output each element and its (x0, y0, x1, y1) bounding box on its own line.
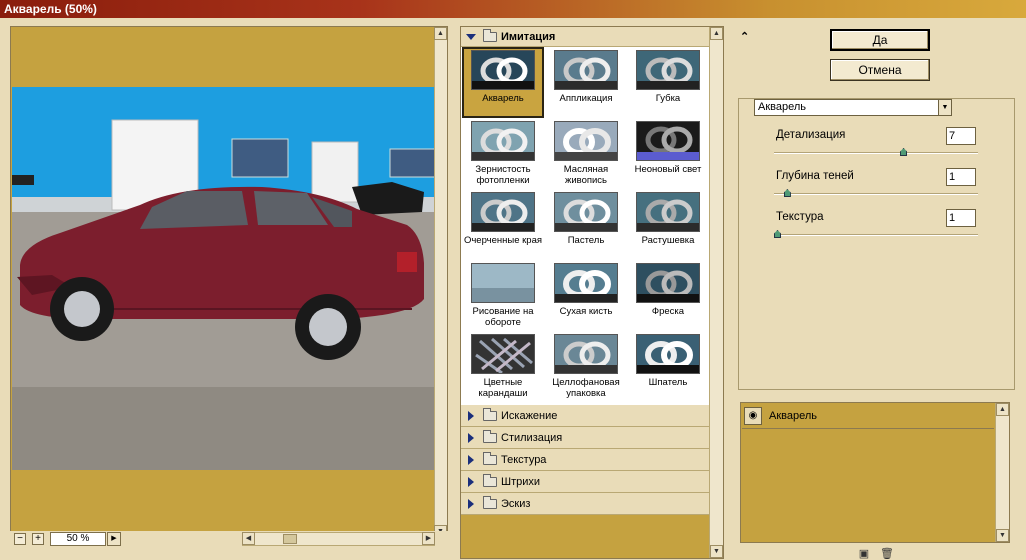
effect-layers-panel: ◉ Акварель ▲ ▼ (740, 402, 1010, 543)
filter-thumbnail-grid: Акварель Аппликация Губка Зернистость фо… (461, 47, 710, 405)
filter-plastic-wrap[interactable]: Целлофановая упаковка (545, 331, 627, 402)
filter-colored-pencil[interactable]: Цветные карандаши (462, 331, 544, 402)
filter-cutout[interactable]: Аппликация (545, 47, 627, 118)
ok-button[interactable]: Да (830, 29, 930, 51)
category-distort[interactable]: Искажение (461, 405, 710, 427)
filter-thumbnail (471, 263, 535, 303)
scroll-left-icon[interactable]: ◀ (242, 532, 255, 545)
filter-underpainting[interactable]: Рисование на обороте (462, 260, 544, 331)
trash-icon[interactable]: 🗑 (880, 548, 894, 560)
filter-thumbnail (636, 263, 700, 303)
slider-knob[interactable] (783, 189, 791, 197)
filter-thumbnail (471, 334, 535, 374)
filter-thumbnail (636, 334, 700, 374)
filter-thumbnail (554, 192, 618, 232)
filter-thumbnail (471, 121, 535, 161)
filter-thumbnail (471, 192, 535, 232)
cancel-button[interactable]: Отмена (830, 59, 930, 81)
scroll-up-icon[interactable]: ▲ (434, 27, 447, 40)
category-stylize[interactable]: Стилизация (461, 427, 710, 449)
scroll-thumb[interactable] (283, 534, 297, 544)
zoom-field[interactable]: 50 % (50, 532, 106, 546)
layers-scrollbar[interactable]: ▲ ▼ (995, 403, 1009, 542)
slider-knob[interactable] (900, 148, 908, 156)
gallery-scrollbar[interactable]: ▲ ▼ (709, 27, 723, 558)
zoom-menu-icon[interactable]: ▶ (107, 532, 121, 546)
collapsed-triangle-icon (468, 499, 474, 509)
filter-watercolor[interactable]: Акварель (462, 47, 544, 118)
preview-frame[interactable]: ▲ ▼ (10, 26, 448, 539)
preview-vertical-scrollbar[interactable]: ▲ ▼ (434, 27, 447, 538)
new-layer-icon[interactable]: ▣ (858, 548, 870, 560)
filter-thumbnail (636, 121, 700, 161)
filter-dry-brush[interactable]: Сухая кисть (545, 260, 627, 331)
texture-label: Текстура (776, 211, 824, 223)
detail-slider[interactable] (774, 148, 978, 156)
filter-neon-glow[interactable]: Неоновый свет (627, 118, 709, 189)
filter-gallery-window: ▲ ▼ − + 50 % ▶ ◀ ▶ Имитация Акварель (0, 18, 1026, 560)
filter-settings-panel: Акварель ▼ Детализация 7 Глубина теней 1… (738, 98, 1015, 390)
filter-thumbnail (636, 192, 700, 232)
preview-image (12, 87, 436, 470)
eye-icon[interactable]: ◉ (744, 407, 762, 425)
filter-fresco[interactable]: Фреска (627, 260, 709, 331)
scroll-up-icon[interactable]: ▲ (996, 403, 1009, 416)
filter-film-grain[interactable]: Зернистость фотопленки (462, 118, 544, 189)
collapsed-triangle-icon (468, 477, 474, 487)
category-texture[interactable]: Текстура (461, 449, 710, 471)
expanded-triangle-icon (466, 34, 476, 40)
filter-gallery: Имитация Акварель Аппликация Губка Зерни… (460, 26, 724, 559)
category-sketch[interactable]: Эскиз (461, 493, 710, 515)
zoom-bar: − + 50 % ▶ ◀ ▶ (10, 531, 448, 548)
filter-rough-pastels[interactable]: Пастель (545, 189, 627, 260)
filter-smudge-stick[interactable]: Растушевка (627, 189, 709, 260)
scroll-down-icon[interactable]: ▼ (996, 529, 1009, 542)
filter-select[interactable]: Акварель ▼ (754, 99, 952, 116)
scroll-right-icon[interactable]: ▶ (422, 532, 435, 545)
collapsed-triangle-icon (468, 433, 474, 443)
folder-icon (483, 408, 497, 421)
folder-icon (483, 496, 497, 509)
slider-knob[interactable] (774, 230, 781, 238)
folder-icon (483, 452, 497, 465)
filter-thumbnail (554, 121, 618, 161)
scroll-up-icon[interactable]: ▲ (710, 27, 723, 40)
car-photo (12, 87, 436, 470)
filter-thumbnail (554, 334, 618, 374)
detail-label: Детализация (776, 129, 846, 141)
collapse-gallery-icon[interactable]: ⌃ (740, 30, 749, 43)
window-title: Акварель (50%) (0, 0, 1026, 18)
collapsed-triangle-icon (468, 411, 474, 421)
shadow-depth-slider[interactable] (774, 189, 978, 197)
folder-icon (483, 474, 497, 487)
scroll-down-icon[interactable]: ▼ (710, 545, 723, 558)
zoom-out-button[interactable]: − (14, 533, 26, 545)
filter-thumbnail (554, 50, 618, 90)
shadow-depth-input[interactable]: 1 (946, 168, 976, 186)
filter-palette-knife[interactable]: Шпатель (627, 331, 709, 402)
folder-icon (483, 430, 497, 443)
preview-horizontal-scrollbar[interactable]: ◀ ▶ (242, 532, 435, 546)
detail-input[interactable]: 7 (946, 127, 976, 145)
filter-poster-edges[interactable]: Очерченные края (462, 189, 544, 260)
effect-layer[interactable]: ◉ Акварель (742, 404, 994, 429)
filter-paint-daubs[interactable]: Масляная живопись (545, 118, 627, 189)
texture-slider[interactable] (774, 230, 978, 238)
filter-sponge[interactable]: Губка (627, 47, 709, 118)
filter-thumbnail (636, 50, 700, 90)
zoom-in-button[interactable]: + (32, 533, 44, 545)
filter-thumbnail (471, 50, 535, 90)
collapsed-triangle-icon (468, 455, 474, 465)
category-brush-strokes[interactable]: Штрихи (461, 471, 710, 493)
filter-thumbnail (554, 263, 618, 303)
shadow-depth-label: Глубина теней (776, 170, 854, 182)
category-imitation[interactable]: Имитация (461, 27, 710, 47)
chevron-down-icon: ▼ (938, 100, 951, 115)
texture-input[interactable]: 1 (946, 209, 976, 227)
folder-icon (483, 29, 497, 42)
